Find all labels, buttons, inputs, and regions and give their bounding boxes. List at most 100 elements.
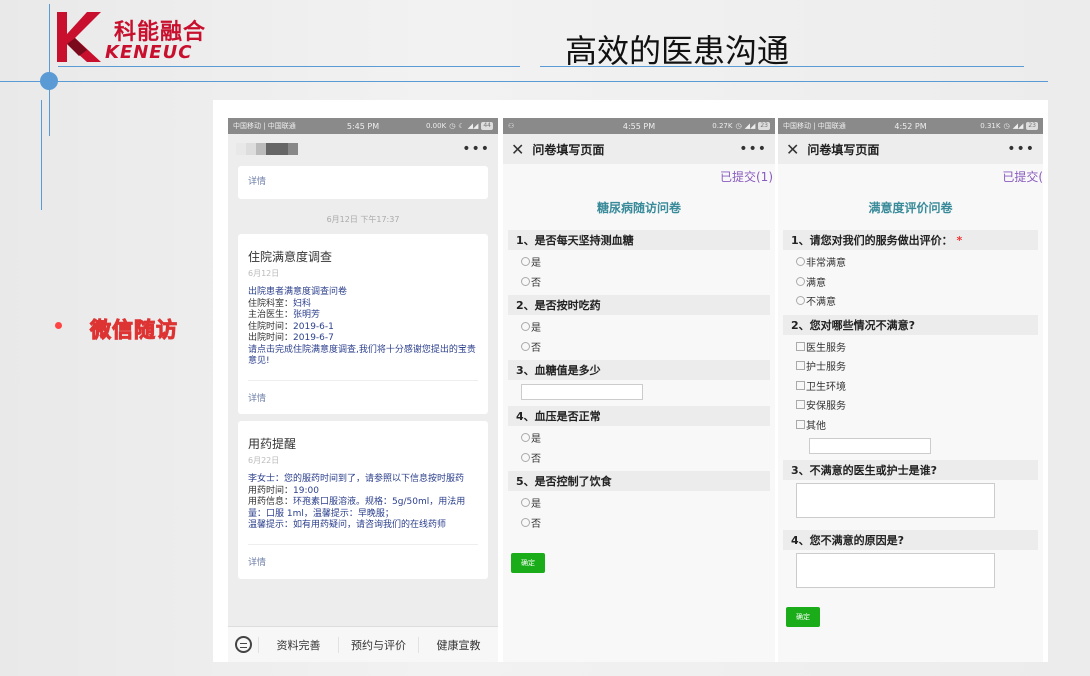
radio-option[interactable]: 满意 [796,272,1043,292]
alarm-icon: ◷ [735,122,742,130]
more-menu-icon[interactable]: ••• [1007,141,1035,157]
close-icon[interactable]: ✕ [786,140,799,159]
radio-option[interactable]: 否 [521,513,775,533]
option-label: 护士服务 [806,362,846,374]
question-title: 1、是否每天坚持测血糖 [508,230,770,250]
decor-vertical-line-short [41,100,42,210]
checkbox-option[interactable]: 医生服务 [796,337,1043,357]
line-value: 19:00 [293,485,319,496]
checkbox-option[interactable]: 其他 [796,415,1043,435]
line-value: 2019-6-1 [293,321,334,332]
detail-link[interactable]: 详情 [248,174,478,187]
close-icon[interactable]: ✕ [511,140,524,159]
staff-name-textarea[interactable] [796,483,995,518]
radio-option[interactable]: 否 [521,272,775,292]
signal-icon: ◢◢ [467,122,479,130]
menu-item-appointment[interactable]: 预约与评价 [338,636,418,653]
radio-option[interactable]: 否 [521,448,775,468]
checkbox-option[interactable]: 护士服务 [796,356,1043,376]
radio-option[interactable]: 是 [521,493,775,513]
option-label: 非常满意 [806,258,846,270]
checkbox-option[interactable]: 安保服务 [796,395,1043,415]
option-label: 否 [531,453,541,465]
checkbox-icon[interactable] [796,380,805,390]
radio-icon[interactable] [796,296,805,306]
status-icons: 0.00K ◷ ☾ ◢◢ 44 [426,122,493,130]
menu-item-health-education[interactable]: 健康宣教 [418,636,498,653]
card-date: 6月22日 [248,456,280,465]
battery-icon: 23 [1026,122,1038,130]
submitted-count-link[interactable]: 已提交( [778,164,1043,185]
checkbox-icon[interactable] [796,341,805,351]
radio-icon[interactable] [521,276,530,286]
network-speed: 0.31K [980,122,1001,130]
question-title: 4、血压是否正常 [508,406,770,426]
confirm-button[interactable]: 确定 [511,553,545,573]
submitted-count-link[interactable]: 已提交(1) [503,164,775,185]
card-date: 6月12日 [248,269,280,278]
radio-option[interactable]: 是 [521,252,775,272]
line-label: 住院时间： [248,321,294,332]
other-input[interactable] [809,438,931,454]
status-icons: 0.31K ◷ ◢◢ 23 [980,122,1038,130]
decor-vertical-line [49,4,50,136]
option-label: 否 [531,518,541,530]
radio-icon[interactable] [521,322,530,332]
radio-icon[interactable] [521,452,530,462]
detail-link[interactable]: 详情 [248,555,478,568]
radio-option[interactable]: 不满意 [796,291,1043,311]
chat-timestamp: 6月12日 下午17:37 [326,215,400,224]
chat-card-medication-reminder[interactable]: 用药提醒 6月22日 李女士：您的服药时间到了，请参照以下信息按时服药 用药时间… [238,421,488,579]
option-label: 是 [531,434,541,446]
radio-option[interactable]: 是 [521,317,775,337]
radio-option[interactable]: 非常满意 [796,252,1043,272]
radio-icon[interactable] [521,433,530,443]
bottom-menu: 资料完善 预约与评价 健康宣教 [228,626,498,662]
radio-icon[interactable] [521,257,530,267]
status-time: 4:52 PM [894,121,927,131]
confirm-button[interactable]: 确定 [786,607,820,627]
option-label: 是 [531,258,541,270]
status-icons: 0.27K ◷ ◢◢ 23 [712,122,770,130]
network-speed: 0.27K [712,122,733,130]
nav-title: 问卷填写页面 [532,142,605,157]
checkbox-icon[interactable] [796,400,805,410]
checkbox-icon[interactable] [796,361,805,371]
more-menu-icon[interactable]: ••• [462,141,490,157]
phone-satisfaction-survey: 中国移动 | 中国联通 4:52 PM 0.31K ◷ ◢◢ 23 ✕ 问卷填写… [778,118,1043,662]
menu-item-profile[interactable]: 资料完善 [258,636,338,653]
chat-card-previous[interactable]: 详情 [238,166,488,199]
reason-textarea[interactable] [796,553,995,588]
line-value: 妇科 [293,298,312,309]
chat-card-satisfaction-survey[interactable]: 住院满意度调查 6月12日 出院患者满意度调查问卷 住院科室：妇科 主治医生：张… [238,234,488,414]
radio-icon[interactable] [521,341,530,351]
option-label: 是 [531,323,541,335]
radio-icon[interactable] [521,517,530,527]
radio-option[interactable]: 否 [521,337,775,357]
survey-title: 满意度评价问卷 [868,201,953,215]
keyboard-toggle[interactable] [228,636,258,653]
radio-icon[interactable] [796,257,805,267]
blood-sugar-input[interactable] [521,384,643,400]
card-title: 住院满意度调查 [248,250,333,264]
question-text: 1、请您对我们的服务做出评价： [791,234,953,247]
card-body: 出院患者满意度调查问卷 住院科室：妇科 主治医生：张明芳 住院时间：2019-6… [248,287,478,368]
decor-dot [40,72,58,90]
radio-option[interactable]: 是 [521,428,775,448]
more-menu-icon[interactable]: ••• [739,141,767,157]
detail-link[interactable]: 详情 [248,391,478,404]
bullet-label: 微信随访 [90,318,178,343]
radio-icon[interactable] [521,498,530,508]
card-title: 用药提醒 [248,437,297,451]
line-value: 2019-6-7 [293,333,334,343]
status-bar: 中国移动 | 中国联通 4:52 PM 0.31K ◷ ◢◢ 23 [778,118,1043,134]
survey-navbar: ✕ 问卷填写页面 ••• [503,134,775,164]
question-options: 非常满意 满意 不满意 [778,250,1043,315]
status-bar: ⚇ 4:55 PM 0.27K ◷ ◢◢ 23 [503,118,775,134]
checkbox-icon[interactable] [796,419,805,429]
radio-icon[interactable] [796,276,805,286]
keyboard-icon [234,636,252,653]
checkbox-option[interactable]: 卫生环境 [796,376,1043,396]
phone-diabetes-survey: ⚇ 4:55 PM 0.27K ◷ ◢◢ 23 ✕ 问卷填写页面 ••• 已提交… [503,118,775,662]
question-title: 3、血糖值是多少 [508,360,770,380]
